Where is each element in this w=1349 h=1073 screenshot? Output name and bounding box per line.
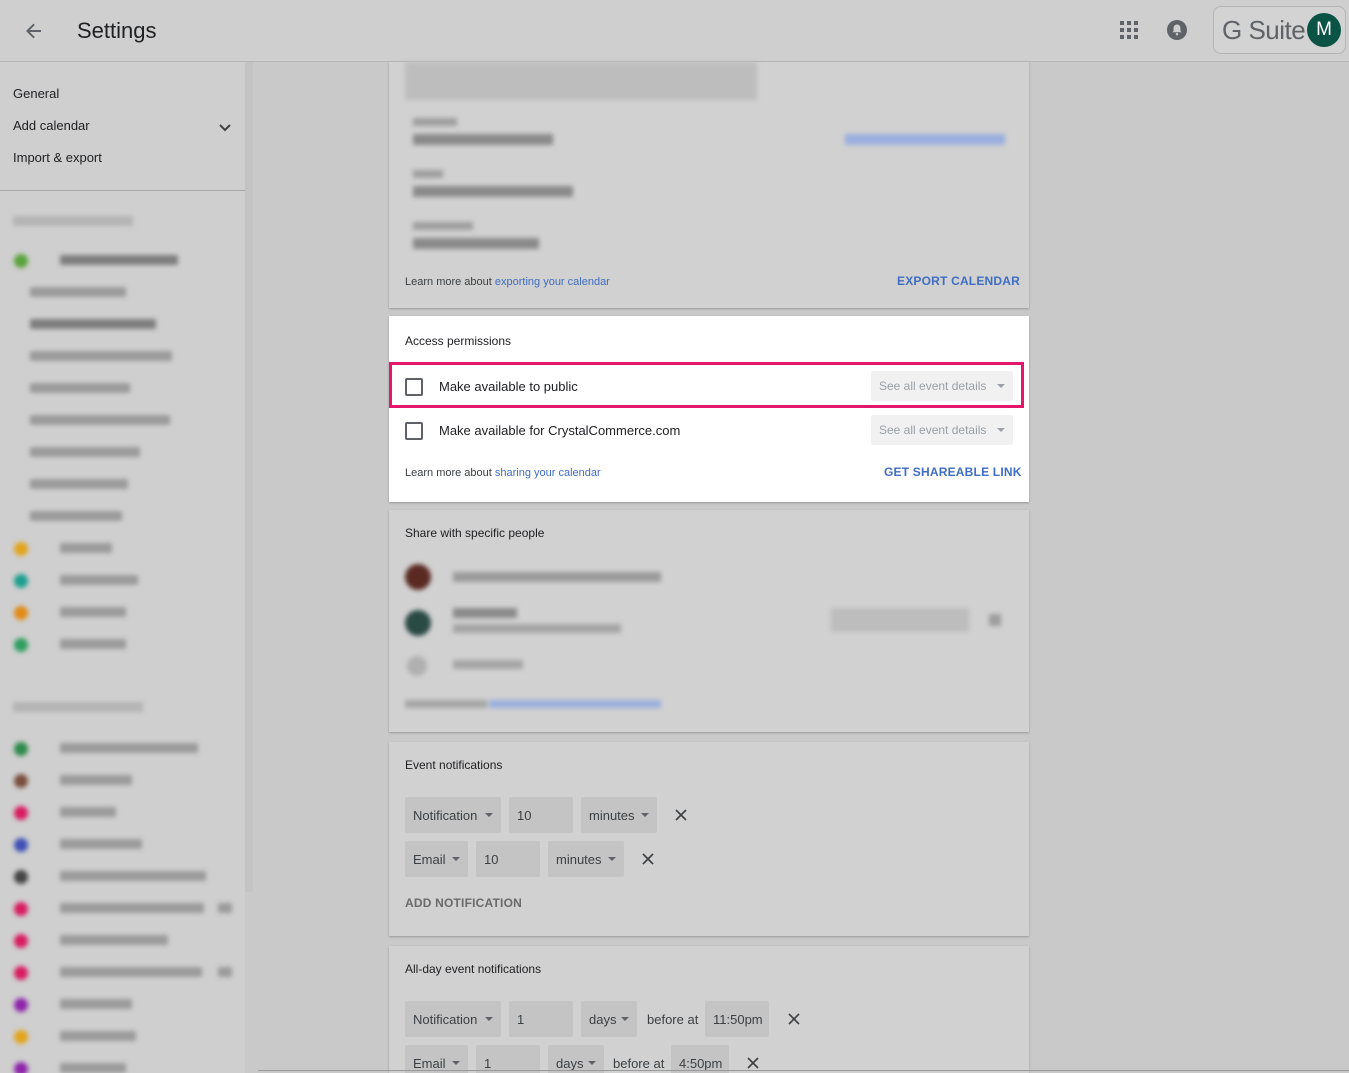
dropdown-arrow-icon bbox=[452, 1061, 460, 1065]
access-permissions-title: Access permissions bbox=[405, 334, 512, 348]
allday-notification-type-select[interactable]: Notification bbox=[405, 1001, 501, 1037]
access-permissions-card: Access permissions Make available to pub… bbox=[389, 316, 1029, 502]
apps-grid-icon[interactable] bbox=[1116, 17, 1142, 43]
export-learn-more: Learn more about exporting your calendar bbox=[405, 276, 610, 288]
email-type-select[interactable]: Email bbox=[405, 841, 468, 877]
sidebar-item-general[interactable]: General bbox=[13, 86, 59, 101]
share-specific-people-card: Share with specific people bbox=[389, 510, 1029, 732]
email-unit-select[interactable]: minutes bbox=[548, 841, 624, 877]
remove-notification-close-icon[interactable] bbox=[671, 805, 691, 825]
make-available-org-label: Make available for CrystalCommerce.com bbox=[439, 423, 681, 438]
dropdown-arrow-icon bbox=[452, 857, 460, 861]
sidebar-divider bbox=[0, 190, 245, 191]
sidebar-item-import-export[interactable]: Import & export bbox=[13, 150, 102, 165]
gsuite-logo: G Suite bbox=[1222, 15, 1306, 45]
avatar[interactable]: M bbox=[1307, 13, 1341, 47]
export-calendar-button[interactable]: EXPORT CALENDAR bbox=[897, 274, 1020, 288]
remove-email-close-icon[interactable] bbox=[638, 849, 658, 869]
make-public-label: Make available to public bbox=[439, 379, 578, 394]
event-notifications-card: Event notifications Notification 10 minu… bbox=[389, 742, 1029, 936]
settings-sidebar: General Add calendar Import & export bbox=[0, 62, 245, 1073]
dropdown-arrow-icon bbox=[485, 1017, 493, 1021]
sidebar-scrollbar[interactable] bbox=[245, 62, 253, 892]
exporting-calendar-link[interactable]: exporting your calendar bbox=[495, 276, 610, 288]
window-bottom-edge bbox=[258, 1070, 1349, 1071]
calendar-list-blurred bbox=[0, 202, 245, 1073]
page-title: Settings bbox=[77, 18, 157, 43]
make-public-checkbox[interactable] bbox=[405, 378, 423, 396]
add-notification-button[interactable]: ADD NOTIFICATION bbox=[405, 896, 522, 910]
app-header: Settings G Suite M bbox=[0, 0, 1349, 62]
dropdown-arrow-icon bbox=[997, 428, 1005, 432]
allday-notifications-title: All-day event notifications bbox=[405, 962, 542, 976]
sharing-calendar-link[interactable]: sharing your calendar bbox=[495, 467, 601, 479]
notifications-bell-icon[interactable] bbox=[1164, 17, 1190, 43]
make-available-org-checkbox[interactable] bbox=[405, 422, 423, 440]
allday-notifications-card: All-day event notifications Notification… bbox=[389, 946, 1029, 1073]
share-specific-people-title: Share with specific people bbox=[405, 526, 545, 540]
notification-type-select[interactable]: Notification bbox=[405, 797, 501, 833]
dropdown-arrow-icon bbox=[641, 813, 649, 817]
notification-unit-select[interactable]: minutes bbox=[581, 797, 657, 833]
remove-allday-notification-close-icon[interactable] bbox=[784, 1009, 804, 1029]
allday-notification-time-input[interactable]: 11:50pm bbox=[705, 1001, 769, 1037]
allday-email-unit-select[interactable]: days bbox=[548, 1045, 604, 1073]
event-notifications-title: Event notifications bbox=[405, 758, 503, 772]
calendar-details-card: Learn more about exporting your calendar… bbox=[389, 62, 1029, 308]
email-amount-input[interactable]: 10 bbox=[476, 841, 540, 877]
sharing-learn-more: Learn more about sharing your calendar bbox=[405, 467, 601, 479]
allday-email-time-input[interactable]: 4:50pm bbox=[671, 1045, 729, 1073]
account-switcher[interactable]: G Suite M bbox=[1213, 6, 1346, 54]
before-at-label: before at bbox=[647, 1012, 699, 1027]
get-shareable-link-button[interactable]: GET SHAREABLE LINK bbox=[884, 465, 1022, 479]
allday-email-type-select[interactable]: Email bbox=[405, 1045, 468, 1073]
dropdown-arrow-icon bbox=[997, 384, 1005, 388]
dropdown-arrow-icon bbox=[608, 857, 616, 861]
chevron-down-icon[interactable] bbox=[218, 120, 232, 138]
before-at-label: before at bbox=[613, 1056, 665, 1071]
allday-notification-amount-input[interactable]: 1 bbox=[509, 1001, 573, 1037]
allday-email-amount-input[interactable]: 1 bbox=[476, 1045, 540, 1073]
public-visibility-select[interactable]: See all event details bbox=[871, 371, 1013, 401]
notification-amount-input[interactable]: 10 bbox=[509, 797, 573, 833]
back-arrow-icon[interactable] bbox=[20, 17, 48, 45]
description-field-blurred bbox=[405, 62, 757, 100]
dropdown-arrow-icon bbox=[588, 1061, 596, 1065]
dropdown-arrow-icon bbox=[621, 1017, 629, 1021]
allday-notification-unit-select[interactable]: days bbox=[581, 1001, 637, 1037]
org-visibility-select[interactable]: See all event details bbox=[871, 415, 1013, 445]
dropdown-arrow-icon bbox=[485, 813, 493, 817]
sidebar-item-add-calendar[interactable]: Add calendar bbox=[13, 118, 90, 133]
